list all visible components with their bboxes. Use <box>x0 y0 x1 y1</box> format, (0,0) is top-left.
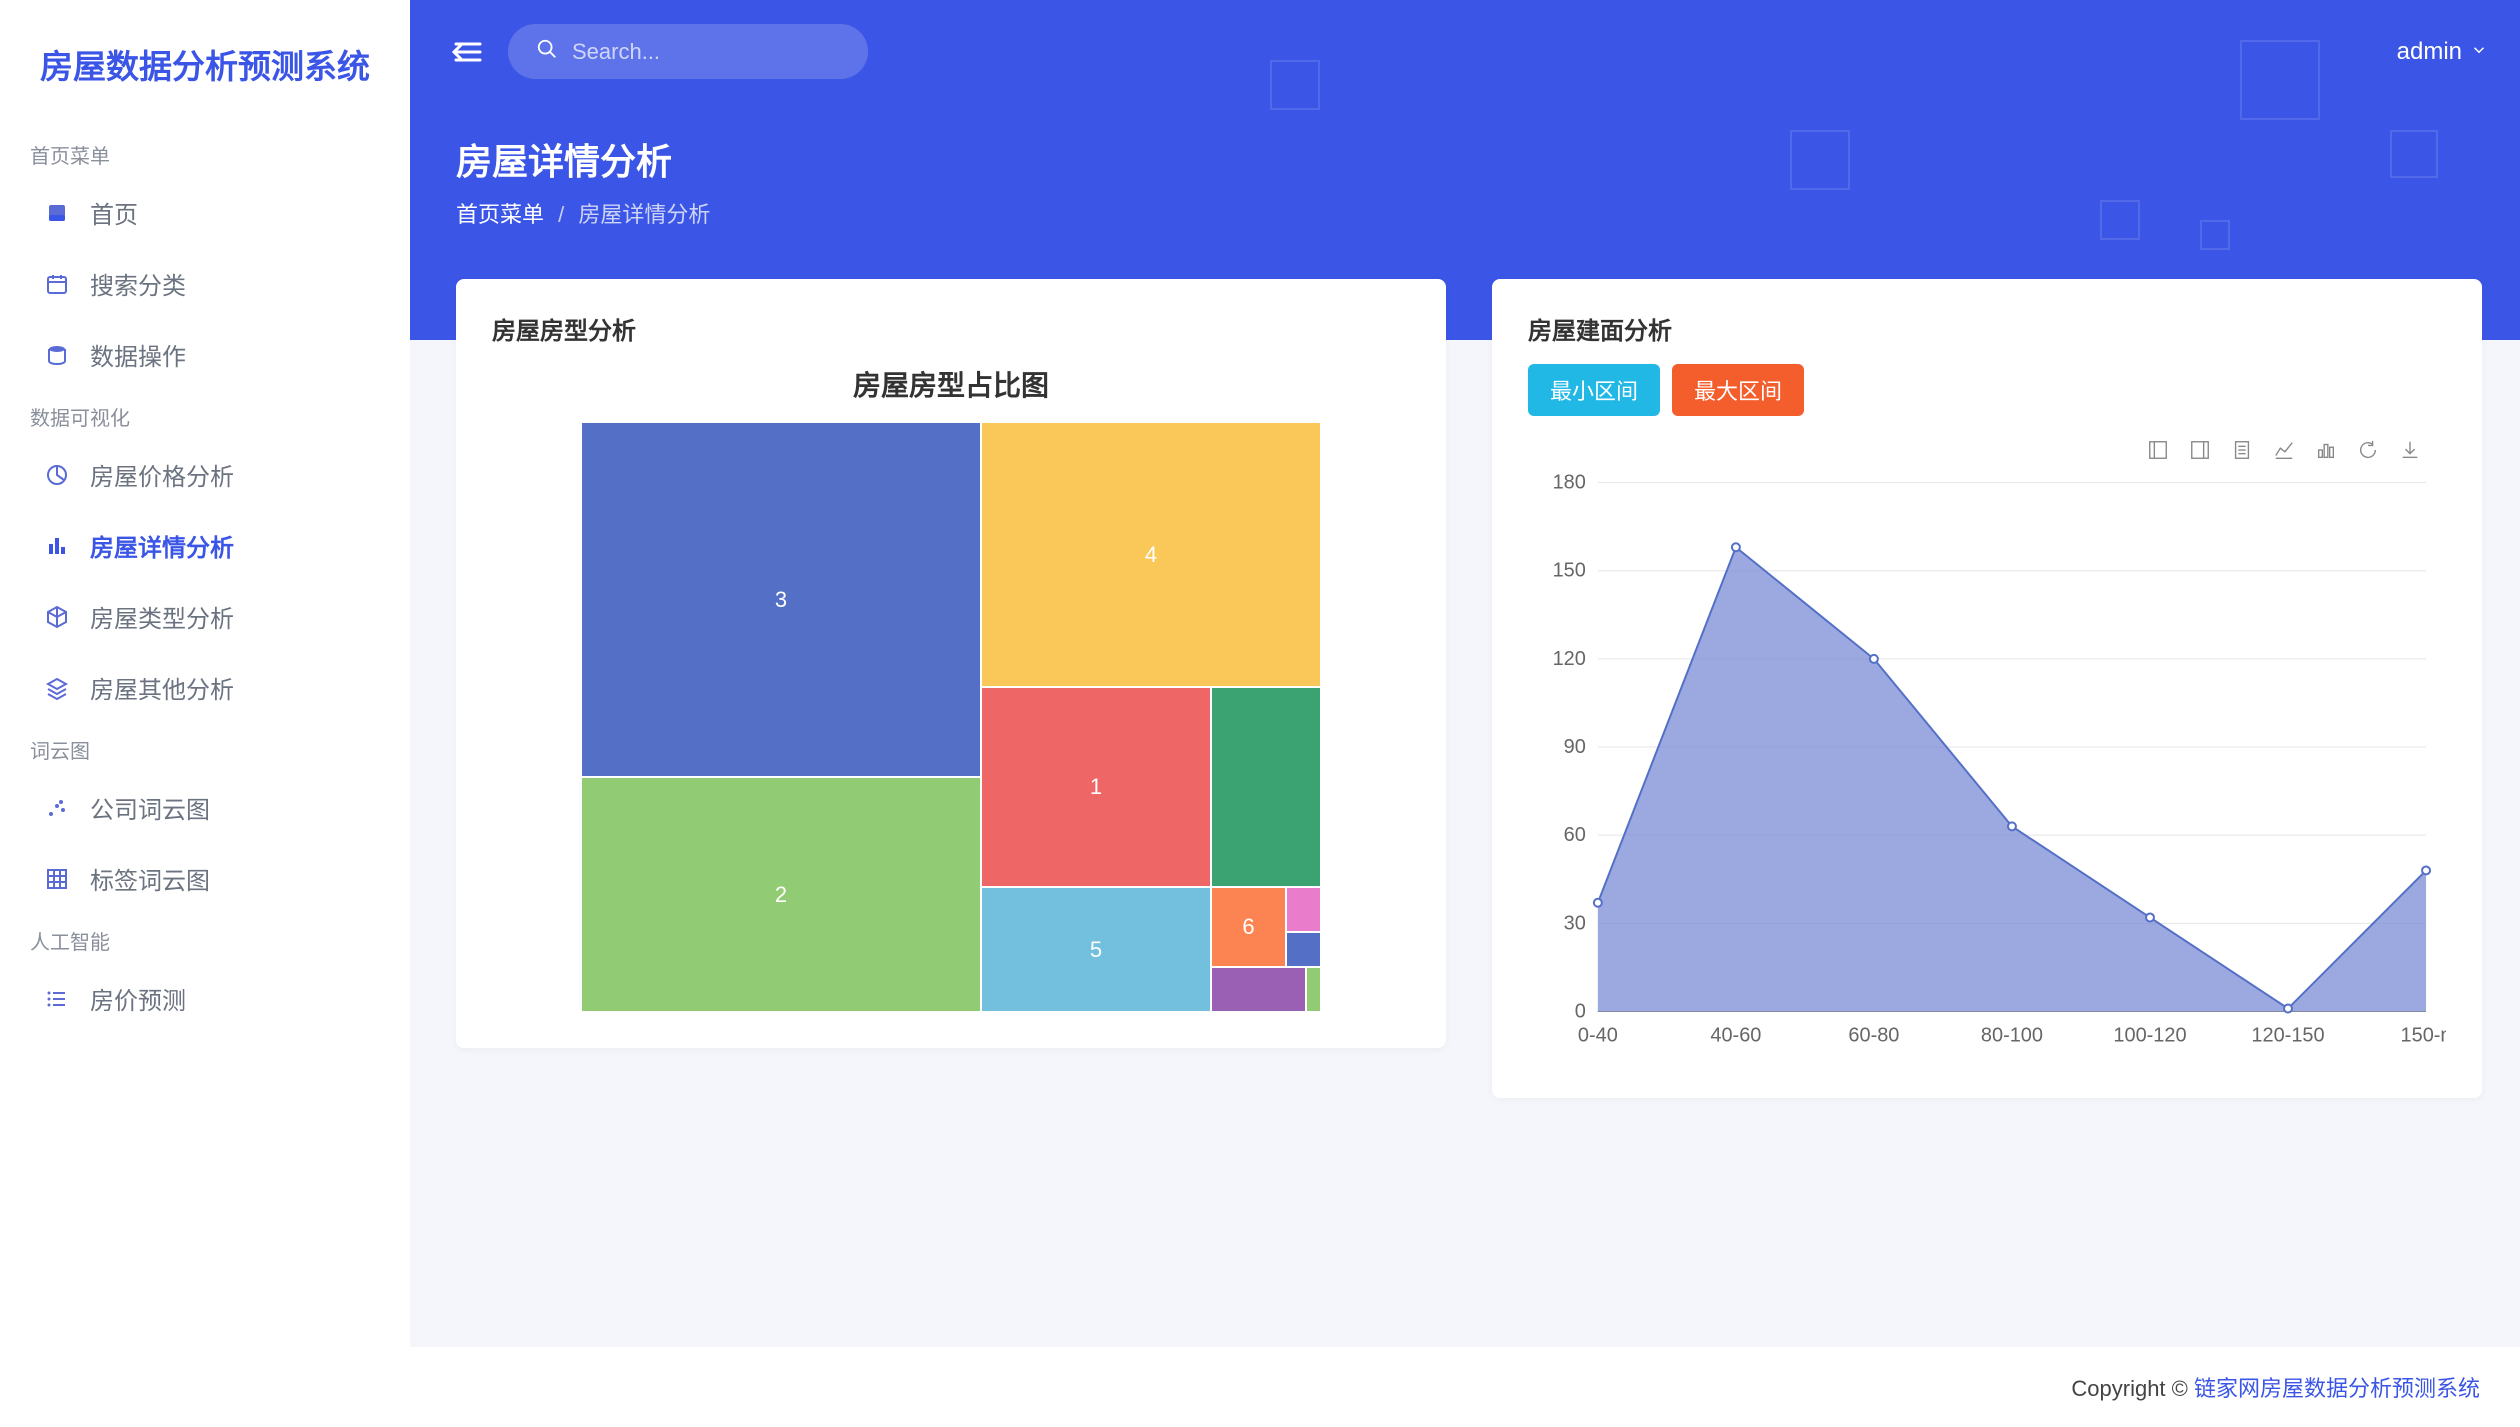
zoom-icon[interactable] <box>2146 438 2170 462</box>
user-menu[interactable]: admin <box>2397 38 2488 66</box>
treemap-cell[interactable]: 3 <box>581 422 981 777</box>
nav-section-title: 数据可视化 <box>0 390 410 439</box>
home-icon <box>44 200 70 226</box>
page-title: 房屋详情分析 <box>456 133 2482 185</box>
breadcrumb-current: 房屋详情分析 <box>578 202 710 227</box>
sidebar-item-label: 房屋其他分析 <box>90 670 234 705</box>
scatter-icon <box>44 795 70 821</box>
range-buttons: 最小区间 最大区间 <box>1528 364 2446 416</box>
svg-text:0-40: 0-40 <box>1578 1024 1618 1046</box>
sidebar-item[interactable]: 房价预测 <box>0 963 410 1034</box>
sidebar-item-label: 首页 <box>90 195 138 230</box>
treemap-cell[interactable] <box>1286 932 1321 967</box>
nav-section-title: 人工智能 <box>0 914 410 963</box>
treemap-chart: 324156 <box>581 422 1321 1012</box>
database-icon <box>44 342 70 368</box>
max-range-button[interactable]: 最大区间 <box>1672 364 1804 416</box>
layers-icon <box>44 675 70 701</box>
svg-text:0: 0 <box>1575 1000 1586 1022</box>
sidebar-item-label: 房屋类型分析 <box>90 599 234 634</box>
treemap-cell[interactable]: 5 <box>981 887 1211 1012</box>
sidebar-item[interactable]: 公司词云图 <box>0 772 410 843</box>
bar-chart-icon[interactable] <box>2314 438 2338 462</box>
card-house-type: 房屋房型分析 房屋房型占比图 324156 <box>456 279 1446 1048</box>
card-title: 房屋房型分析 <box>492 311 1410 346</box>
sidebar-item[interactable]: 房屋价格分析 <box>0 439 410 510</box>
sidebar-item[interactable]: 房屋类型分析 <box>0 581 410 652</box>
treemap-cell[interactable]: 2 <box>581 777 981 1012</box>
sidebar-item-label: 公司词云图 <box>90 790 210 825</box>
nav-section-title: 首页菜单 <box>0 128 410 177</box>
svg-text:120: 120 <box>1553 648 1586 670</box>
page-header: 房屋详情分析 首页菜单 / 房屋详情分析 <box>410 103 2520 249</box>
topbar: admin <box>410 0 2520 103</box>
app-logo: 房屋数据分析预测系统 <box>0 30 410 128</box>
treemap-cell[interactable] <box>1306 967 1321 1012</box>
breadcrumb-root[interactable]: 首页菜单 <box>456 202 544 227</box>
sidebar-item[interactable]: 首页 <box>0 177 410 248</box>
svg-text:60-80: 60-80 <box>1848 1024 1899 1046</box>
search-input[interactable] <box>572 39 840 65</box>
footer-link[interactable]: 链家网房屋数据分析预测系统 <box>2194 1376 2480 1401</box>
sidebar-item-label: 搜索分类 <box>90 266 186 301</box>
sidebar-item[interactable]: 数据操作 <box>0 319 410 390</box>
treemap-cell[interactable]: 4 <box>981 422 1321 687</box>
data-view-icon[interactable] <box>2230 438 2254 462</box>
card-title: 房屋建面分析 <box>1528 311 2446 346</box>
treemap-cell[interactable] <box>1211 967 1306 1012</box>
breadcrumb-sep: / <box>558 202 564 227</box>
content: 房屋房型分析 房屋房型占比图 324156 房屋建面分析 最小区间 最大区间 <box>410 249 2520 1128</box>
treemap-cell[interactable]: 6 <box>1211 887 1286 967</box>
breadcrumb: 首页菜单 / 房屋详情分析 <box>456 197 2482 229</box>
sidebar-item[interactable]: 搜索分类 <box>0 248 410 319</box>
sidebar-item[interactable]: 房屋其他分析 <box>0 652 410 723</box>
sidebar-item-label: 数据操作 <box>90 337 186 372</box>
footer-prefix: Copyright © <box>2071 1376 2194 1401</box>
chart-title: 房屋房型占比图 <box>492 364 1410 404</box>
sidebar-item-label: 房价预测 <box>90 981 186 1016</box>
sidebar-item-label: 标签词云图 <box>90 861 210 896</box>
svg-text:120-150: 120-150 <box>2251 1024 2324 1046</box>
zoom-reset-icon[interactable] <box>2188 438 2212 462</box>
svg-text:180: 180 <box>1553 472 1586 494</box>
svg-text:100-120: 100-120 <box>2113 1024 2186 1046</box>
list-icon <box>44 986 70 1012</box>
svg-text:150: 150 <box>1553 560 1586 582</box>
svg-text:30: 30 <box>1564 912 1586 934</box>
min-range-button[interactable]: 最小区间 <box>1528 364 1660 416</box>
chart-toolbar <box>1528 432 2446 472</box>
svg-text:150-n: 150-n <box>2401 1024 2446 1046</box>
treemap-cell[interactable]: 1 <box>981 687 1211 887</box>
svg-text:80-100: 80-100 <box>1981 1024 2043 1046</box>
sidebar-item[interactable]: 房屋详情分析 <box>0 510 410 581</box>
treemap-cell[interactable] <box>1211 687 1321 887</box>
card-area-analysis: 房屋建面分析 最小区间 最大区间 0 30 60 90 120 150 180 0-40 40-… <box>1492 279 2482 1098</box>
svg-text:90: 90 <box>1564 736 1586 758</box>
svg-text:40-60: 40-60 <box>1710 1024 1761 1046</box>
treemap-cell[interactable] <box>1286 887 1321 932</box>
area-line-chart: 0 30 60 90 120 150 180 0-40 40-60 60-80 80-100 100-… <box>1528 472 2446 1062</box>
bars-icon <box>44 533 70 559</box>
svg-text:60: 60 <box>1564 824 1586 846</box>
restore-icon[interactable] <box>2356 438 2380 462</box>
sidebar-item-label: 房屋价格分析 <box>90 457 234 492</box>
sidebar-item[interactable]: 标签词云图 <box>0 843 410 914</box>
download-icon[interactable] <box>2398 438 2422 462</box>
user-name: admin <box>2397 38 2462 66</box>
grid-icon <box>44 866 70 892</box>
sidebar-item-label: 房屋详情分析 <box>90 528 234 563</box>
menu-toggle-button[interactable] <box>450 38 484 66</box>
cube-icon <box>44 604 70 630</box>
footer: Copyright © 链家网房屋数据分析预测系统 <box>410 1347 2520 1427</box>
line-chart-icon[interactable] <box>2272 438 2296 462</box>
sidebar: 房屋数据分析预测系统 首页菜单首页搜索分类数据操作数据可视化房屋价格分析房屋详情… <box>0 0 410 1427</box>
pie-icon <box>44 462 70 488</box>
main: admin 房屋详情分析 首页菜单 / 房屋详情分析 房屋房型分析 房屋房型占比… <box>410 0 2520 1427</box>
search-box[interactable] <box>508 24 868 79</box>
calendar-icon <box>44 271 70 297</box>
chevron-down-icon <box>2470 38 2488 66</box>
nav-section-title: 词云图 <box>0 723 410 772</box>
search-icon <box>536 38 558 65</box>
